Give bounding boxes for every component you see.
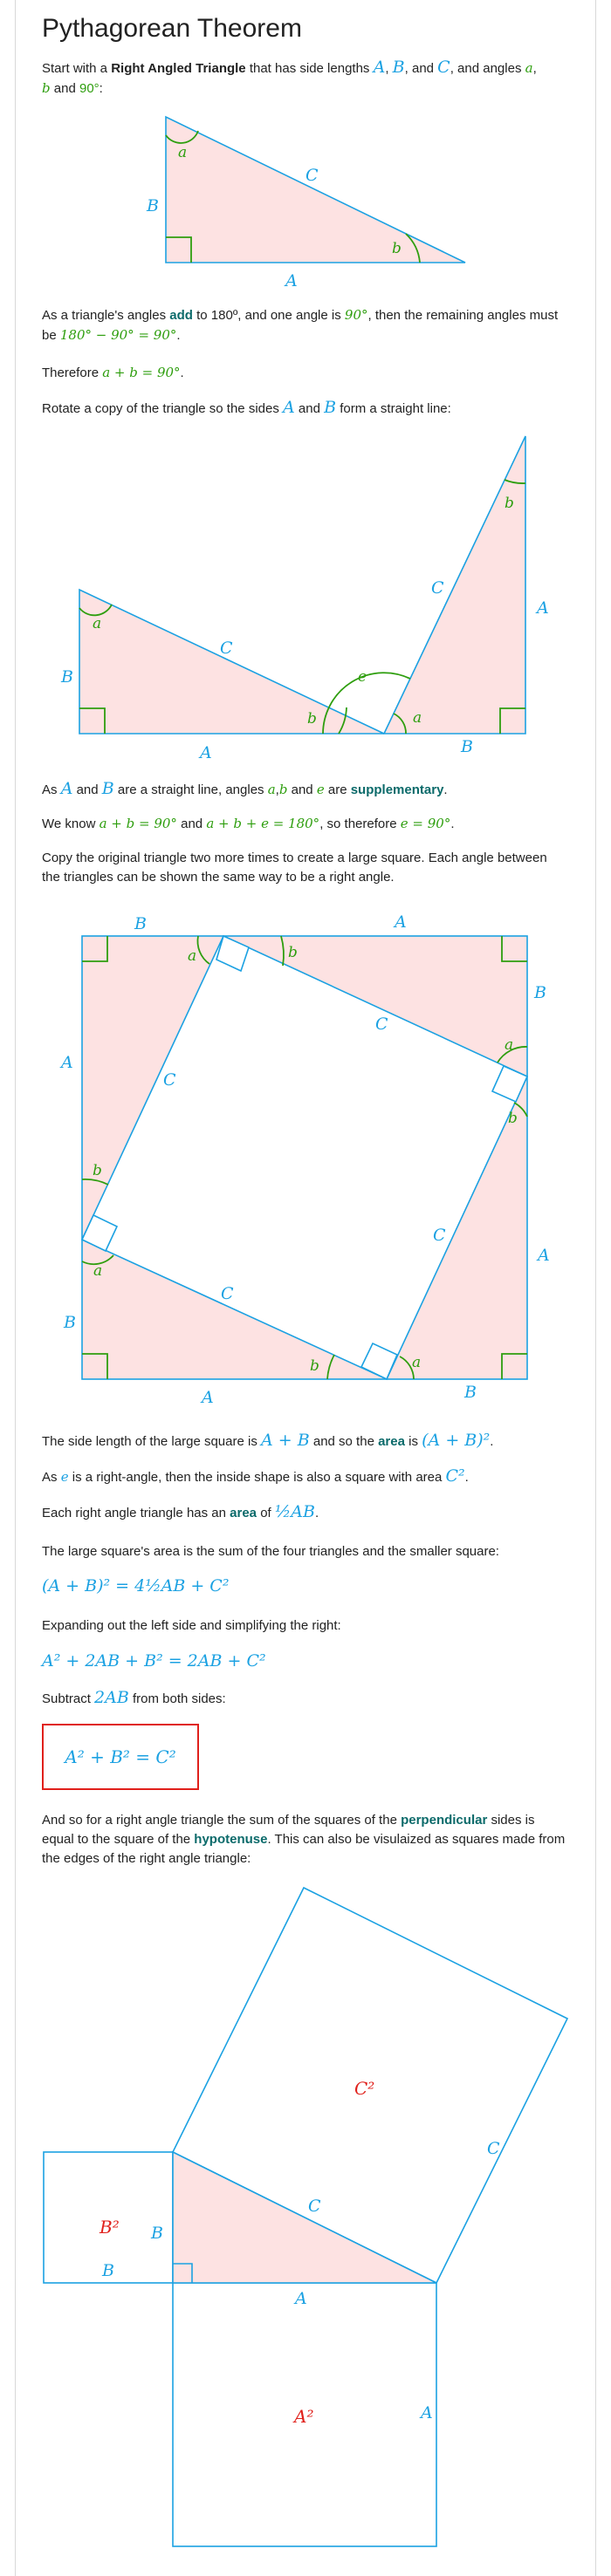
a-squared-label: A² (292, 2406, 313, 2427)
b-squared-label: B² (99, 2217, 120, 2238)
hyp-c-label: C (308, 2197, 321, 2216)
outer-c-label: C (487, 2139, 500, 2158)
triangle-a-label: A (293, 2289, 307, 2308)
c-squared-label: C² (354, 2078, 374, 2099)
square-a-side-label: A (419, 2403, 433, 2422)
squares-diagram: C² B² A² C C B B A A (43, 1886, 569, 2547)
inner-b-label: B (150, 2224, 163, 2243)
square-b-bottom-label: B (101, 2261, 114, 2280)
